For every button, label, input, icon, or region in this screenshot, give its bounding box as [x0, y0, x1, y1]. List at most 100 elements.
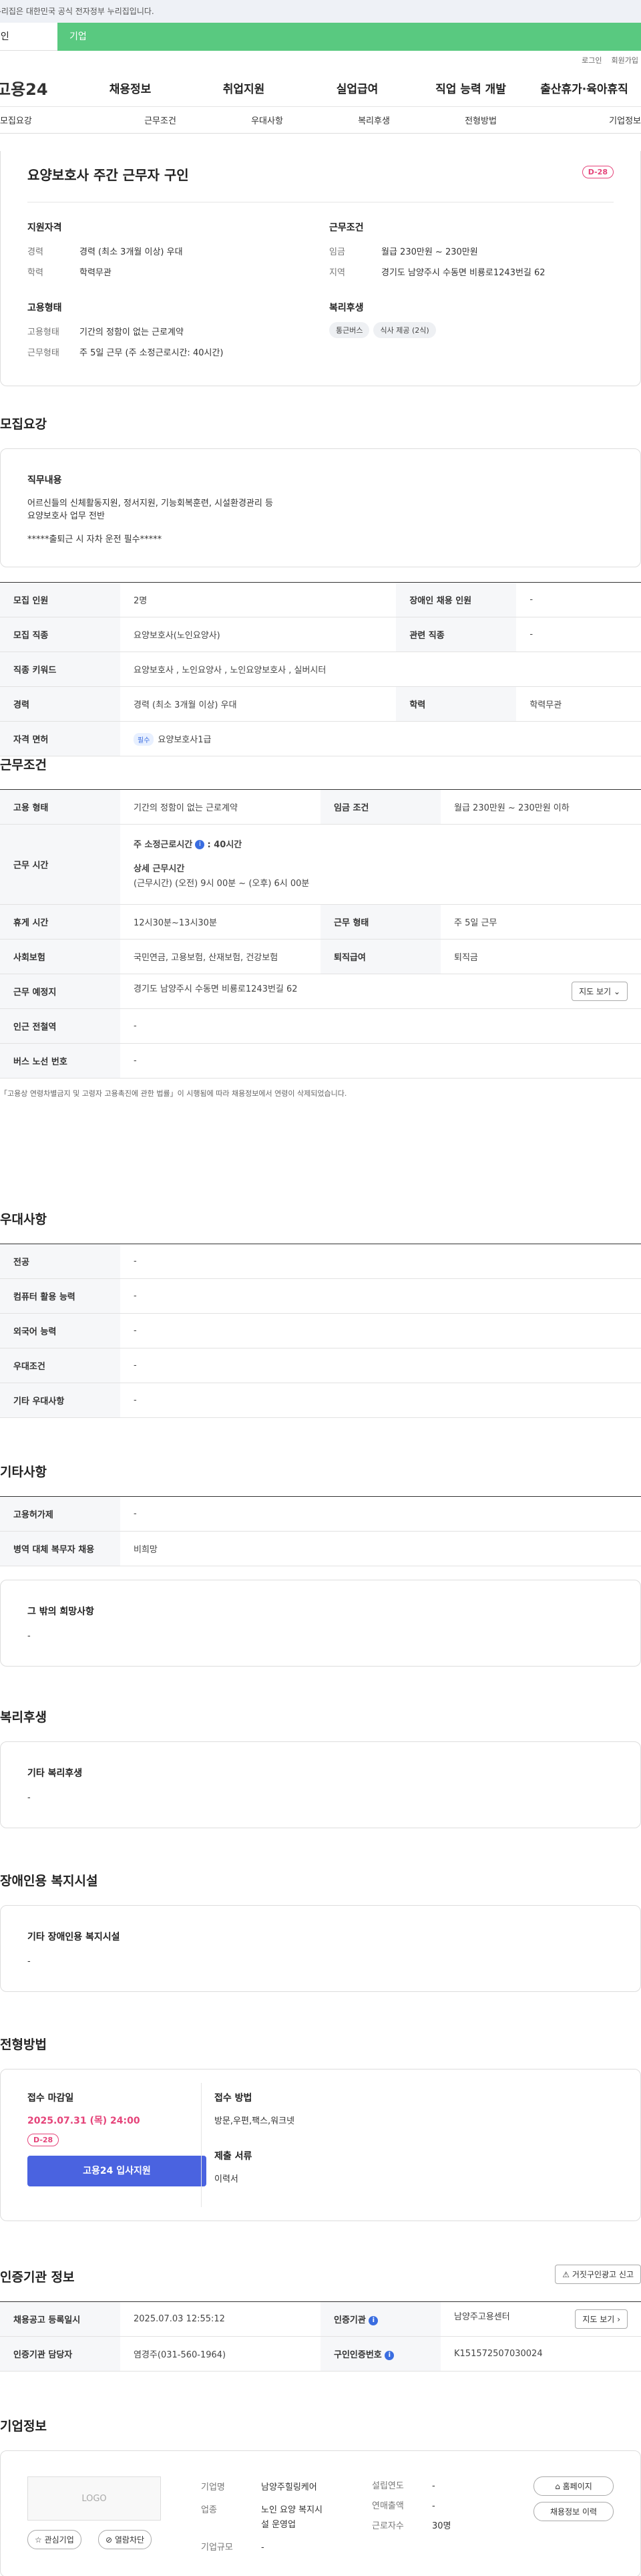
company-logo: LOGO: [27, 2476, 161, 2521]
wage-label: 임금: [329, 247, 345, 257]
block-button[interactable]: ⊘ 열람차단: [98, 2530, 152, 2549]
wage-value: 월급 230만원 ~ 230만원: [381, 247, 478, 257]
etc-heading: 기타사항: [0, 1465, 47, 1479]
agency-table: 채용공고 등록일시 2025.07.03 12:55:12 인증기관 i 남양주고용센…: [0, 2301, 641, 2372]
table-row: 사회보험 국민연금, 고용보험, 산재보험, 건강보험 퇴직급여 퇴직금: [0, 939, 641, 974]
duty-note: *****출퇴근 시 자차 운전 필수*****: [27, 535, 162, 545]
table-row: 인근 전철역 -: [0, 1008, 641, 1044]
summary-card: 요양보호사 주간 근무자 구인 D-28 지원자격 경력 경력 (최소 3개월 이…: [0, 151, 641, 386]
star-icon: ☆: [35, 2535, 42, 2545]
recruit-section: 모집요강 직무내용 어르신들의 신체활동지원, 정서지원, 기능회복훈련, 시설…: [0, 414, 641, 756]
login-link[interactable]: 로그인: [582, 55, 602, 65]
table-row: 버스 노선 번호 -: [0, 1043, 641, 1079]
dday-badge: D-28: [27, 2134, 59, 2146]
table-row: 직종 키워드 요양보호사 , 노인요양사 , 노인요양보호사 , 실버시터: [0, 652, 641, 687]
subnav-pref[interactable]: 우대사항: [214, 114, 320, 126]
career-label: 경력: [27, 247, 43, 257]
user-type-tabs: 개인 기업: [0, 23, 641, 51]
tab-personal[interactable]: 개인: [0, 23, 57, 51]
qual-heading: 지원자격: [27, 223, 62, 233]
table-row: 경력 경력 (최소 3개월 이상) 우대 학력 학력무관: [0, 686, 641, 722]
signup-link[interactable]: 회원가입: [612, 55, 638, 65]
process-heading: 전형방법: [0, 2037, 47, 2052]
region-value: 경기도 남양주시 수동면 비룡로1243번길 62: [381, 268, 546, 278]
subnav-recruit[interactable]: 모집요강: [0, 114, 107, 126]
duty-line: 어르신들의 신체활동지원, 정서지원, 기능회복훈련, 시설환경관리 등: [27, 498, 273, 509]
disability-heading: 장애인용 복지시설: [0, 1874, 98, 1888]
company-heading: 기업정보: [0, 2419, 47, 2434]
top-links: 로그인 회원가입: [0, 51, 641, 69]
tab-company[interactable]: 기업: [57, 23, 641, 51]
hope-card: 그 밖의 희망사항 -: [0, 1580, 641, 1667]
work-section: 근무조건 고용 형태 기간의 정함이 없는 근로계약 임금 조건 월급 230만원 ~…: [0, 755, 641, 1099]
home-icon: ⌂: [555, 2482, 560, 2491]
career-value: 경력 (최소 3개월 이상) 우대: [79, 247, 183, 257]
table-row: 컴퓨터 활용 능력 -: [0, 1278, 641, 1314]
gnb-benefit[interactable]: 실업급여: [300, 80, 414, 96]
pref-section: 우대사항 전공 - 컴퓨터 활용 능력 - 외국어 능력 - 우대조건 - 기타 우대사…: [0, 1209, 641, 1418]
welfare-heading: 복리후생: [0, 1710, 47, 1725]
age-footnote: 「고용상 연령차별금지 및 고령자 고용촉진에 관한 법률」이 시행됨에 따라 …: [0, 1089, 347, 1098]
welfare-tag: 통근버스: [329, 322, 370, 338]
company-card: LOGO ☆ 관심기업 ⊘ 열람차단 기업명 남양주힐링케어 업종 노인 요양 복지…: [0, 2450, 641, 2576]
work-heading: 근무조건: [0, 758, 47, 772]
work-table: 고용 형태 기간의 정함이 없는 근로계약 임금 조건 월급 230만원 ~ 230만…: [0, 789, 641, 1079]
emp-label: 고용형태: [27, 327, 59, 337]
edu-label: 학력: [27, 268, 43, 278]
gnb-training[interactable]: 직업 능력 개발: [414, 80, 527, 96]
gnb-support[interactable]: 취업지원: [187, 80, 300, 96]
welfare-tag: 식사 제공 (2식): [373, 322, 436, 338]
table-row: 휴게 시간 12시30분~13시30분 근무 형태 주 5일 근무: [0, 904, 641, 940]
etc-section: 기타사항 고용허가제 - 병역 대체 복무자 채용 비희망 그 밖의 희망사항 -: [0, 1462, 641, 1667]
block-icon: ⊘: [105, 2535, 113, 2545]
duty-card: 직무내용 어르신들의 신체활동지원, 정서지원, 기능회복훈련, 시설환경관리 …: [0, 448, 641, 567]
table-row: 모집 직종 요양보호사(노인요양사) 관련 직종 -: [0, 617, 641, 652]
table-row: 고용 형태 기간의 정함이 없는 근로계약 임금 조건 월급 230만원 ~ 230만…: [0, 789, 641, 825]
wel-heading: 복리후생: [329, 303, 364, 313]
homepage-button[interactable]: ⌂ 홈페이지: [533, 2476, 614, 2496]
worktype-label: 근무형태: [27, 348, 59, 358]
table-row: 병역 대체 복무자 채용 비희망: [0, 1531, 641, 1566]
warning-icon: ⚠: [562, 2270, 570, 2279]
table-row: 모집 인원 2명 장애인 채용 인원 -: [0, 582, 641, 617]
chevron-down-icon: ⌄: [613, 987, 620, 996]
agency-map-button[interactable]: 지도 보기 ›: [575, 2309, 628, 2329]
subnav-process[interactable]: 전형방법: [427, 114, 534, 126]
report-button[interactable]: ⚠ 거짓구인광고 신고: [555, 2265, 641, 2284]
region-label: 지역: [329, 268, 345, 278]
global-nav: 고용24 채용정보 취업지원 실업급여 직업 능력 개발 출산휴가·육아휴직: [0, 69, 641, 107]
edu-value: 학력무관: [79, 268, 112, 278]
map-button[interactable]: 지도 보기 ⌄: [572, 982, 628, 1001]
chevron-right-icon: ›: [617, 2315, 620, 2324]
recruit-table: 모집 인원 2명 장애인 채용 인원 - 모집 직종 요양보호사(노인요양사) 관련 직종…: [0, 582, 641, 756]
disability-section: 장애인용 복지시설 기타 장애인용 복지시설 -: [0, 1871, 641, 1992]
agency-heading: 인증기관 정보: [0, 2270, 75, 2285]
process-card: 접수 마감일 2025.07.31 (목) 24:00 D-28 고용24 입사…: [0, 2069, 641, 2221]
company-section: 기업정보 LOGO ☆ 관심기업 ⊘ 열람차단 기업명 남양주힐링케어 업종 노인 …: [0, 2416, 641, 2576]
history-button[interactable]: 채용정보 이력: [533, 2502, 614, 2521]
emp-value: 기간의 정함이 없는 근로계약: [79, 327, 184, 337]
emp-heading: 고용형태: [27, 303, 62, 313]
welfare-card: 기타 복리후생 -: [0, 1741, 641, 1828]
info-icon[interactable]: i: [195, 840, 205, 849]
info-icon[interactable]: i: [385, 2350, 395, 2360]
site-logo[interactable]: 고용24: [0, 76, 73, 100]
recruit-heading: 모집요강: [0, 417, 47, 432]
apply-button[interactable]: 고용24 입사지원: [27, 2156, 206, 2186]
subnav-work[interactable]: 근무조건: [107, 114, 214, 126]
deadline-date: 2025.07.31 (목) 24:00: [27, 2116, 140, 2126]
table-row: 기타 우대사항 -: [0, 1383, 641, 1418]
table-row: 채용공고 등록일시 2025.07.03 12:55:12 인증기관 i 남양주고용센…: [0, 2301, 641, 2337]
welfare-section: 복리후생 기타 복리후생 -: [0, 1707, 641, 1828]
gnb-jobs[interactable]: 채용정보: [73, 80, 187, 96]
subnav-company[interactable]: 기업정보: [534, 114, 641, 126]
info-icon[interactable]: i: [369, 2315, 379, 2325]
gnb-leave[interactable]: 출산휴가·육아휴직: [527, 80, 641, 96]
subnav-welfare[interactable]: 복리후생: [320, 114, 427, 126]
table-row: 인증기관 담당자 염경주(031-560-1964) 구인인증번호 i K151572…: [0, 2336, 641, 2372]
table-row: 우대조건 -: [0, 1348, 641, 1383]
table-row: 근무 시간 주 소정근로시간 i : 40시간 상세 근무시간 (근무시간) (…: [0, 824, 641, 905]
fav-company-button[interactable]: ☆ 관심기업: [27, 2530, 81, 2549]
table-row: 고용허가제 -: [0, 1496, 641, 1532]
table-row: 근무 예정지 경기도 남양주시 수동면 비룡로1243번길 62 지도 보기 ⌄: [0, 974, 641, 1009]
